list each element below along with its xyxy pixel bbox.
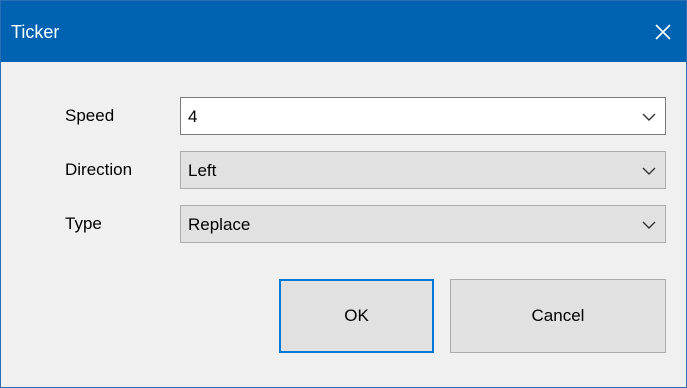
chevron-down-icon[interactable] — [642, 164, 656, 178]
cancel-button[interactable]: Cancel — [450, 279, 666, 353]
speed-combobox[interactable]: 4 — [180, 97, 666, 135]
cancel-button-label: Cancel — [531, 306, 585, 325]
speed-value[interactable]: 4 — [188, 107, 197, 127]
close-icon — [655, 23, 671, 40]
window-title: Ticker — [11, 22, 60, 42]
title-bar[interactable]: Ticker — [1, 1, 686, 62]
type-value: Replace — [188, 215, 251, 234]
type-label: Type — [65, 214, 102, 233]
ok-button-label: OK — [344, 306, 369, 325]
chevron-down-icon[interactable] — [642, 218, 656, 232]
close-button[interactable] — [640, 1, 686, 62]
type-combobox[interactable]: Replace — [180, 205, 666, 243]
direction-label: Direction — [65, 160, 133, 179]
ok-button[interactable]: OK — [279, 279, 434, 353]
direction-combobox[interactable]: Left — [180, 151, 666, 189]
chevron-down-icon[interactable] — [642, 110, 656, 124]
direction-value: Left — [188, 161, 217, 180]
ticker-dialog: Ticker Speed 4 Direction Left Type Repla… — [0, 0, 687, 388]
speed-label: Speed — [65, 106, 115, 125]
dialog-body: Speed 4 Direction Left Type Replace OK C… — [1, 62, 686, 387]
